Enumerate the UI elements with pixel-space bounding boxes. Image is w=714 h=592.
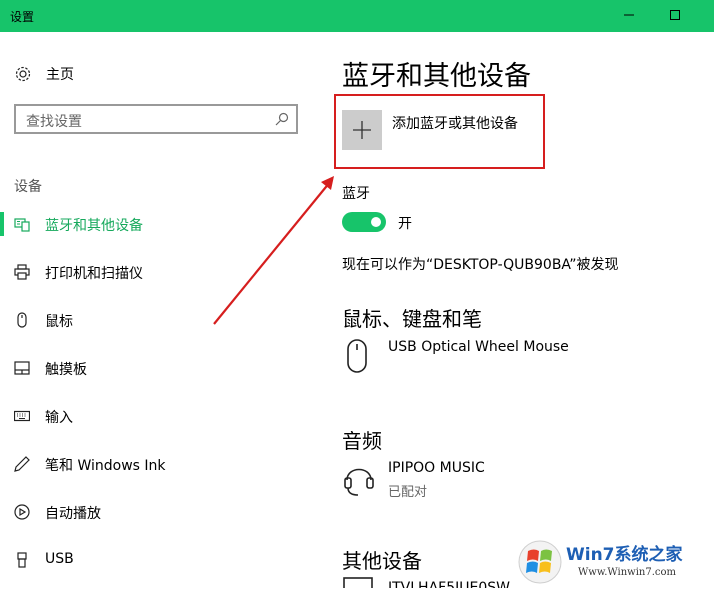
mouse-icon[interactable] xyxy=(342,336,376,376)
home-link[interactable]: 主页 xyxy=(14,64,74,84)
gear-icon xyxy=(15,66,31,82)
minimize-icon xyxy=(624,14,634,16)
sidebar-item-autoplay[interactable]: 自动播放 xyxy=(0,492,320,532)
discoverable-text: 现在可以作为“DESKTOP-QUB90BA”被发现 xyxy=(342,257,619,273)
sidebar-item-label: 鼠标 xyxy=(45,314,73,330)
sidebar-item-label: USB xyxy=(45,551,74,567)
toggle-knob xyxy=(371,217,381,227)
sidebar-item-label: 蓝牙和其他设备 xyxy=(45,218,143,234)
maximize-icon xyxy=(670,10,680,20)
touchpad-icon xyxy=(14,361,30,375)
bluetooth-state: 开 xyxy=(398,216,412,232)
section-heading-other-devices: 其他设备 xyxy=(342,549,422,573)
annotation-arrow-icon xyxy=(213,176,334,325)
page-title: 蓝牙和其他设备 xyxy=(342,61,531,92)
sidebar-item-label: 自动播放 xyxy=(45,506,101,522)
keyboard-icon xyxy=(14,410,30,422)
usb-icon xyxy=(17,552,27,568)
bluetooth-devices-icon xyxy=(14,218,30,232)
monitor-icon[interactable] xyxy=(342,576,376,588)
search-input[interactable]: 查找设置 xyxy=(14,104,298,134)
sidebar-item-label: 笔和 Windows Ink xyxy=(45,458,166,474)
watermark-text: Win7系统之家 xyxy=(566,545,683,565)
home-label: 主页 xyxy=(46,67,74,83)
autoplay-icon xyxy=(14,504,30,520)
sidebar-item-label: 输入 xyxy=(45,410,73,426)
device-name[interactable]: IPIPOO MUSIC xyxy=(388,460,485,476)
annotation-highlight-box xyxy=(334,94,545,169)
section-heading-audio: 音频 xyxy=(342,429,382,453)
sidebar-item-pen[interactable]: 笔和 Windows Ink xyxy=(0,444,320,484)
device-name[interactable]: USB Optical Wheel Mouse xyxy=(388,339,569,355)
sidebar-item-touchpad[interactable]: 触摸板 xyxy=(0,348,320,388)
section-label-devices: 设备 xyxy=(14,179,42,195)
section-heading-mouse-keyboard-pen: 鼠标、键盘和笔 xyxy=(342,307,482,331)
pen-icon xyxy=(14,456,30,472)
watermark-url: Www.Winwin7.com xyxy=(578,567,676,578)
sidebar-item-label: 打印机和扫描仪 xyxy=(45,266,143,282)
window-title: 设置 xyxy=(10,10,35,24)
minimize-button[interactable] xyxy=(606,0,652,32)
sidebar-item-usb[interactable]: USB xyxy=(0,540,320,580)
title-bar: 设置 xyxy=(0,0,714,32)
watermark-logo: Win7系统之家 Www.Winwin7.com xyxy=(514,536,714,588)
search-icon[interactable] xyxy=(275,112,289,126)
active-indicator xyxy=(0,212,4,236)
headset-icon[interactable] xyxy=(342,458,376,498)
printer-icon xyxy=(14,264,30,280)
sidebar-item-typing[interactable]: 输入 xyxy=(0,396,320,436)
device-status: 已配对 xyxy=(388,485,428,500)
mouse-icon xyxy=(17,312,27,328)
sidebar-item-label: 触摸板 xyxy=(45,362,87,378)
search-placeholder: 查找设置 xyxy=(26,114,82,130)
device-name[interactable]: ITVLHAF5JUE0SW xyxy=(388,579,510,588)
maximize-button[interactable] xyxy=(652,0,698,32)
